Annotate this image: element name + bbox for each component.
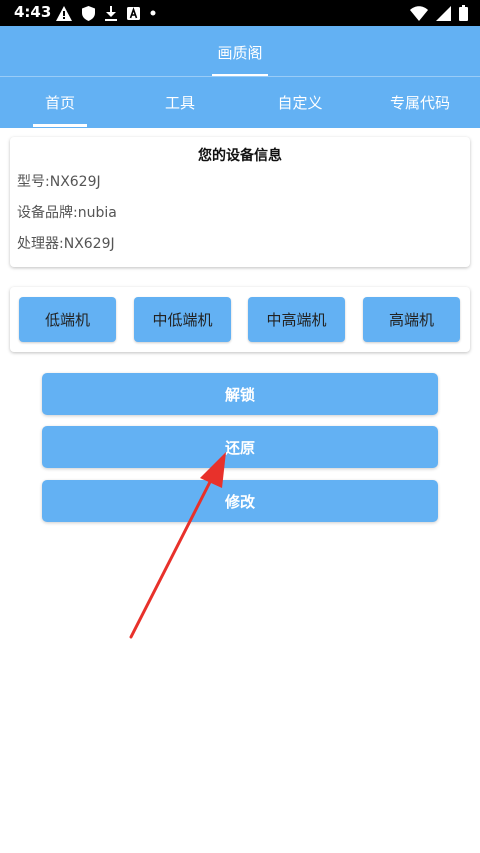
low-mid-end-button[interactable]: 中低端机 [134,297,231,342]
app-header: 画质阁 首页 工具 自定义 专属代码 [0,26,480,128]
status-right-icons [410,4,468,22]
high-end-button[interactable]: 高端机 [363,297,460,342]
restore-button[interactable]: 还原 [42,426,438,468]
mid-high-end-button[interactable]: 中高端机 [248,297,345,342]
tab-tools[interactable]: 工具 [150,92,210,114]
unlock-button[interactable]: 解锁 [42,373,438,415]
signal-icon [436,5,451,21]
status-left-icons [56,5,156,21]
wifi-icon [410,5,428,21]
tab-active-indicator [33,124,87,127]
tab-exclusive-code[interactable]: 专属代码 [380,92,460,114]
device-info-title: 您的设备信息 [198,148,282,164]
device-info-card: 您的设备信息 型号:NX629J 设备品牌:nubia 处理器:NX629J [10,137,470,267]
modify-button[interactable]: 修改 [42,480,438,522]
font-icon [127,6,140,20]
low-end-button[interactable]: 低端机 [19,297,116,342]
device-grade-card: 低端机 中低端机 中高端机 高端机 [10,287,470,352]
tab-custom[interactable]: 自定义 [260,92,340,114]
shield-icon [82,5,95,21]
status-time: 4:43 [14,3,52,21]
download-icon [105,5,117,21]
battery-icon [459,5,468,21]
status-bar: 4:43 [0,0,480,26]
app-title: 画质阁 [217,44,263,62]
device-model: 型号:NX629J [17,174,101,190]
dot-icon [150,10,156,16]
header-divider [0,76,480,77]
device-brand: 设备品牌:nubia [17,205,117,221]
device-processor: 处理器:NX629J [17,236,115,252]
tab-home[interactable]: 首页 [30,92,90,114]
warning-icon [56,5,72,21]
